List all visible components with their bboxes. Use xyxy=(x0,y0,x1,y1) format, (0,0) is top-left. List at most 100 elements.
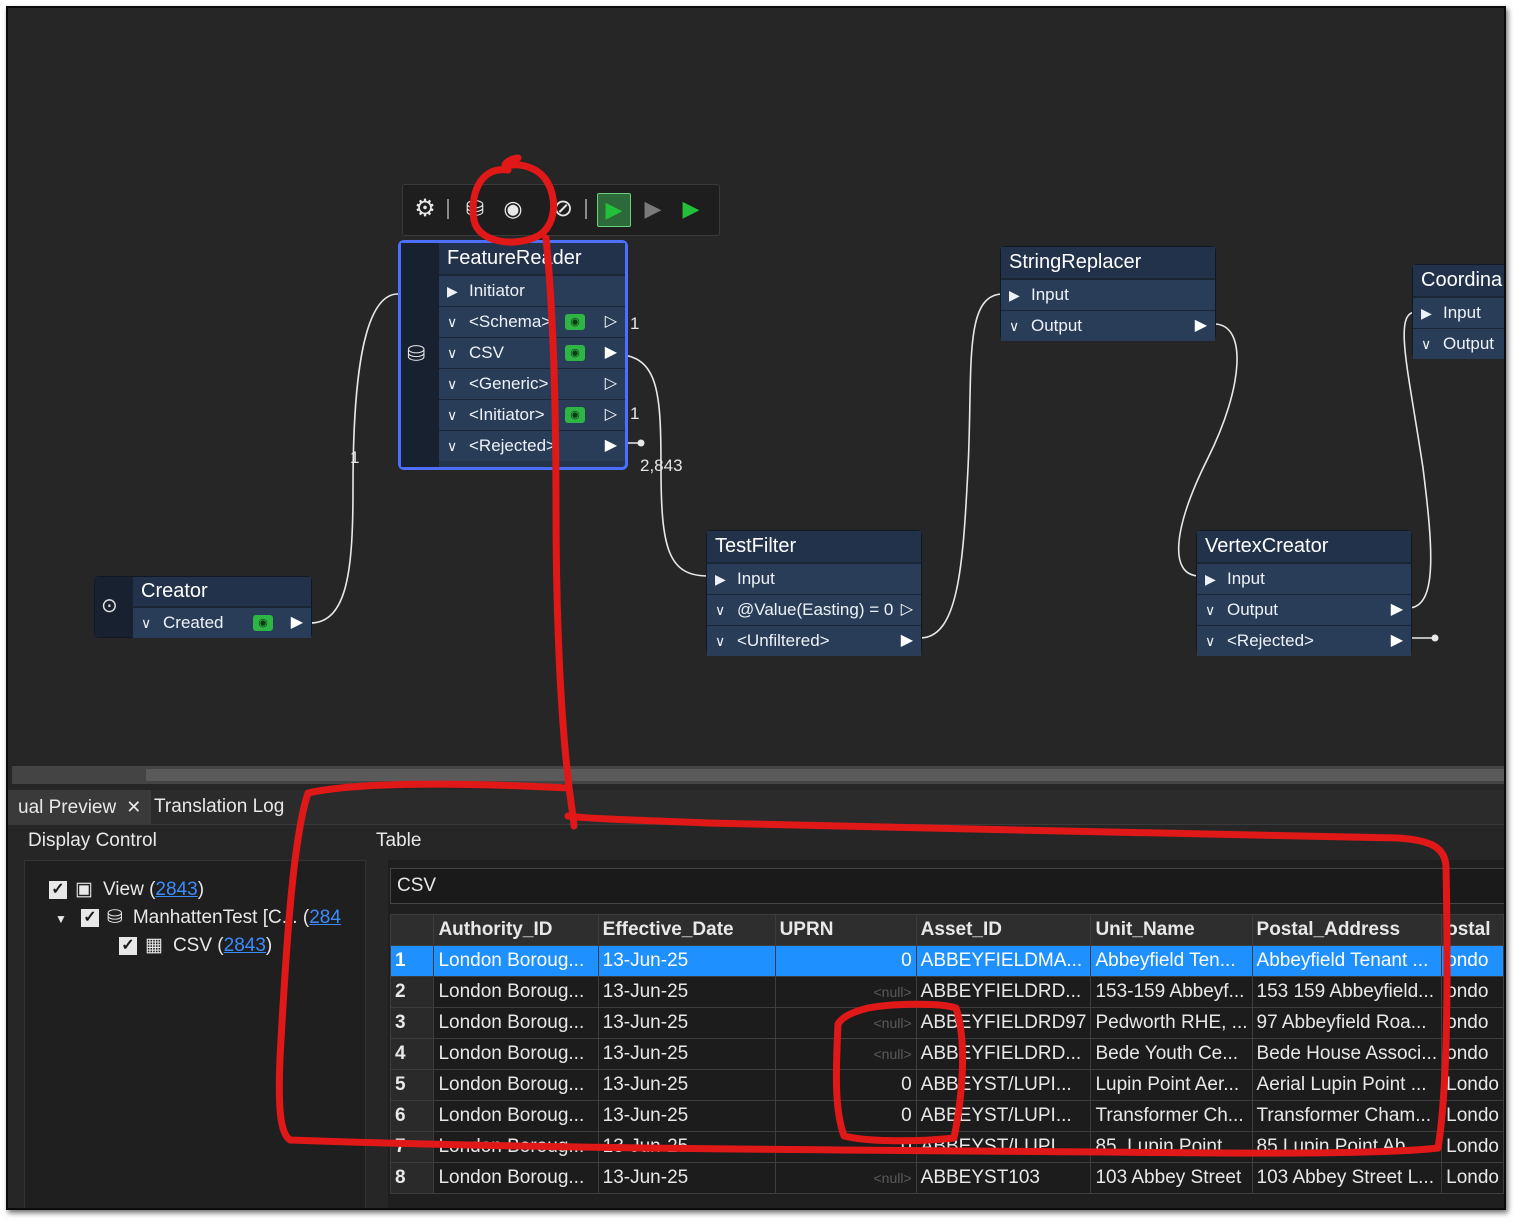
testfilter-node[interactable]: TestFilter ▶ Input ∨ @Value(Easting) = 0… xyxy=(706,530,922,656)
row-number[interactable]: 6 xyxy=(389,1100,435,1132)
table-cell[interactable]: ondo xyxy=(1441,976,1504,1008)
workspace-canvas[interactable]: 1 2,843 ⚙ ⛁ ◉ ⊘ ▶ ▶ ▶ ⛁ FeatureReader ▶ … xyxy=(8,8,1504,768)
port-input[interactable]: ▶ Input xyxy=(1197,563,1411,594)
row-number[interactable]: 5 xyxy=(389,1069,435,1101)
table-cell[interactable]: Bede House Associ... xyxy=(1251,1038,1443,1070)
stringreplacer-node[interactable]: StringReplacer ▶ Input ∨ Output ▶ xyxy=(1000,246,1216,341)
table-cell[interactable]: 85 Lupin Point Ab... xyxy=(1251,1131,1443,1163)
port-output[interactable]: ∨ Output ▶ xyxy=(1197,594,1411,625)
table-cell[interactable]: ABBEYST/LUPI... xyxy=(915,1131,1092,1163)
table-cell[interactable]: <null> xyxy=(774,1038,917,1070)
table-cell[interactable]: 85, Lupin Point,... xyxy=(1090,1131,1253,1163)
tab-translation-log[interactable]: Translation Log xyxy=(144,790,294,824)
run-this-icon[interactable]: ▶ xyxy=(637,193,669,225)
table-cell[interactable]: <null> xyxy=(774,1162,917,1194)
table-cell[interactable]: <null> xyxy=(774,1007,917,1039)
eye-icon[interactable]: ◉ xyxy=(565,407,585,423)
checkbox[interactable]: ✓ xyxy=(49,880,67,899)
row-number[interactable]: 7 xyxy=(389,1131,435,1163)
table-source-selector[interactable]: CSV xyxy=(390,868,1504,904)
table-cell[interactable]: ABBEYFIELDRD97 xyxy=(915,1007,1092,1039)
row-number[interactable]: 8 xyxy=(389,1162,435,1194)
table-cell[interactable]: 13-Jun-25 xyxy=(597,1100,776,1132)
row-number[interactable]: 2 xyxy=(389,976,435,1008)
table-row[interactable]: 6 London Boroug... 13-Jun-25 0 ABBEYST/LUPI.… xyxy=(389,1100,1504,1132)
table-cell[interactable]: 103 Abbey Street L... xyxy=(1251,1162,1443,1194)
table-cell[interactable]: 0 xyxy=(774,1069,917,1101)
vertexcreator-node[interactable]: VertexCreator ▶ Input ∨ Output ▶ ∨ <Reje… xyxy=(1196,530,1412,656)
table-cell[interactable]: Bede Youth Ce... xyxy=(1090,1038,1253,1070)
creator-node[interactable]: ⊙ Creator ∨ Created ◉ ▶ xyxy=(94,576,312,638)
table-cell[interactable]: Londo xyxy=(1441,1131,1504,1163)
table-cell[interactable]: 13-Jun-25 xyxy=(597,1162,776,1194)
table-cell[interactable]: ABBEYST/LUPI... xyxy=(915,1100,1092,1132)
table-cell[interactable]: Transformer Ch... xyxy=(1090,1100,1253,1132)
table-cell[interactable]: London Boroug... xyxy=(433,1131,599,1163)
table-cell[interactable]: 97 Abbeyfield Roa... xyxy=(1251,1007,1443,1039)
port-schema[interactable]: ∨ <Schema> ◉ ▷ xyxy=(439,306,625,337)
row-number[interactable]: 4 xyxy=(389,1038,435,1070)
table-cell[interactable]: Transformer Cham... xyxy=(1251,1100,1443,1132)
run-from-this-icon[interactable]: ▶ xyxy=(675,193,707,225)
tree-row-dataset[interactable]: ▼ ✓ ⛁ ManhattenTest [C... (284 xyxy=(55,905,341,931)
canvas-horizontal-scrollbar[interactable] xyxy=(12,766,1504,784)
table-row[interactable]: 2 London Boroug... 13-Jun-25 <null> ABBEYFIE… xyxy=(389,976,1504,1008)
table-cell[interactable]: <null> xyxy=(774,976,917,1008)
chevron-down-icon[interactable]: ▼ xyxy=(55,912,67,926)
port-input[interactable]: ▶ Input xyxy=(1413,297,1504,328)
table-cell[interactable]: 13-Jun-25 xyxy=(597,976,776,1008)
disable-icon[interactable]: ⊘ xyxy=(547,193,579,225)
port-initiator[interactable]: ▶ Initiator xyxy=(439,275,625,306)
cache-icon[interactable]: ⛁ xyxy=(459,193,491,225)
port-test-output[interactable]: ∨ @Value(Easting) = 0 ▷ xyxy=(707,594,921,625)
port-output[interactable]: ∨ Output ▶ xyxy=(1001,310,1215,341)
table-cell[interactable]: London Boroug... xyxy=(433,976,599,1008)
column-header[interactable]: UPRN xyxy=(774,914,917,946)
table-cell[interactable]: ondo xyxy=(1441,945,1504,977)
eye-icon[interactable]: ◉ xyxy=(253,615,273,631)
eye-icon[interactable]: ◉ xyxy=(565,345,585,361)
gear-icon[interactable]: ⚙ xyxy=(409,193,441,225)
column-header[interactable]: ostal xyxy=(1441,914,1504,946)
table-row[interactable]: 5 London Boroug... 13-Jun-25 0 ABBEYST/LUPI.… xyxy=(389,1069,1504,1101)
inspect-cached-icon[interactable]: ◉ xyxy=(497,193,529,225)
row-number[interactable]: 3 xyxy=(389,1007,435,1039)
port-input[interactable]: ▶ Input xyxy=(1001,279,1215,310)
table-cell[interactable]: 13-Jun-25 xyxy=(597,1007,776,1039)
port-csv[interactable]: ∨ CSV ◉ ▶ xyxy=(439,337,625,368)
table-cell[interactable]: London Boroug... xyxy=(433,945,599,977)
data-table[interactable]: Authority_ID Effective_Date UPRN Asset_I… xyxy=(389,914,1504,1194)
port-output[interactable]: ∨ Output xyxy=(1413,328,1504,359)
row-number[interactable]: 1 xyxy=(389,945,435,977)
featurereader-node[interactable]: ⛁ FeatureReader ▶ Initiator ∨ <Schema> ◉… xyxy=(398,240,628,470)
table-cell[interactable]: Londo xyxy=(1441,1069,1504,1101)
table-cell[interactable]: 0 xyxy=(774,945,917,977)
table-cell[interactable]: 0 xyxy=(774,1131,917,1163)
close-icon[interactable]: ✕ xyxy=(126,797,141,817)
port-rejected[interactable]: ∨ <Rejected> ▶ xyxy=(439,430,625,461)
table-cell[interactable]: ABBEYFIELDRD... xyxy=(915,976,1092,1008)
table-cell[interactable]: Lupin Point Aer... xyxy=(1090,1069,1253,1101)
table-cell[interactable]: 0 xyxy=(774,1100,917,1132)
coordinate-node[interactable]: Coordina ▶ Input ∨ Output xyxy=(1412,264,1504,359)
table-cell[interactable]: ondo xyxy=(1441,1038,1504,1070)
table-row[interactable]: 8 London Boroug... 13-Jun-25 <null> ABBEYST1… xyxy=(389,1162,1504,1194)
table-cell[interactable]: 13-Jun-25 xyxy=(597,1131,776,1163)
port-created[interactable]: ∨ Created ◉ ▶ xyxy=(133,607,311,638)
tree-row-view[interactable]: ✓ ▣ View (2843) xyxy=(49,877,204,903)
table-cell[interactable]: 13-Jun-25 xyxy=(597,1038,776,1070)
feature-count-link[interactable]: 2843 xyxy=(224,935,266,956)
column-header[interactable]: Asset_ID xyxy=(915,914,1092,946)
port-rejected[interactable]: ∨ <Rejected> ▶ xyxy=(1197,625,1411,656)
table-cell[interactable]: Londo xyxy=(1441,1100,1504,1132)
table-cell[interactable]: ondo xyxy=(1441,1007,1504,1039)
tree-row-csv[interactable]: ✓ ▦ CSV (2843) xyxy=(119,933,272,959)
table-cell[interactable]: Pedworth RHE, ... xyxy=(1090,1007,1253,1039)
table-cell[interactable]: Abbeyfield Tenant ... xyxy=(1251,945,1443,977)
table-cell[interactable]: 103 Abbey Street xyxy=(1090,1162,1253,1194)
checkbox[interactable]: ✓ xyxy=(80,908,99,927)
table-cell[interactable]: London Boroug... xyxy=(433,1038,599,1070)
column-header[interactable]: Authority_ID xyxy=(433,914,599,946)
table-row[interactable]: 4 London Boroug... 13-Jun-25 <null> ABBEYFIE… xyxy=(389,1038,1504,1070)
column-header[interactable] xyxy=(389,914,435,946)
